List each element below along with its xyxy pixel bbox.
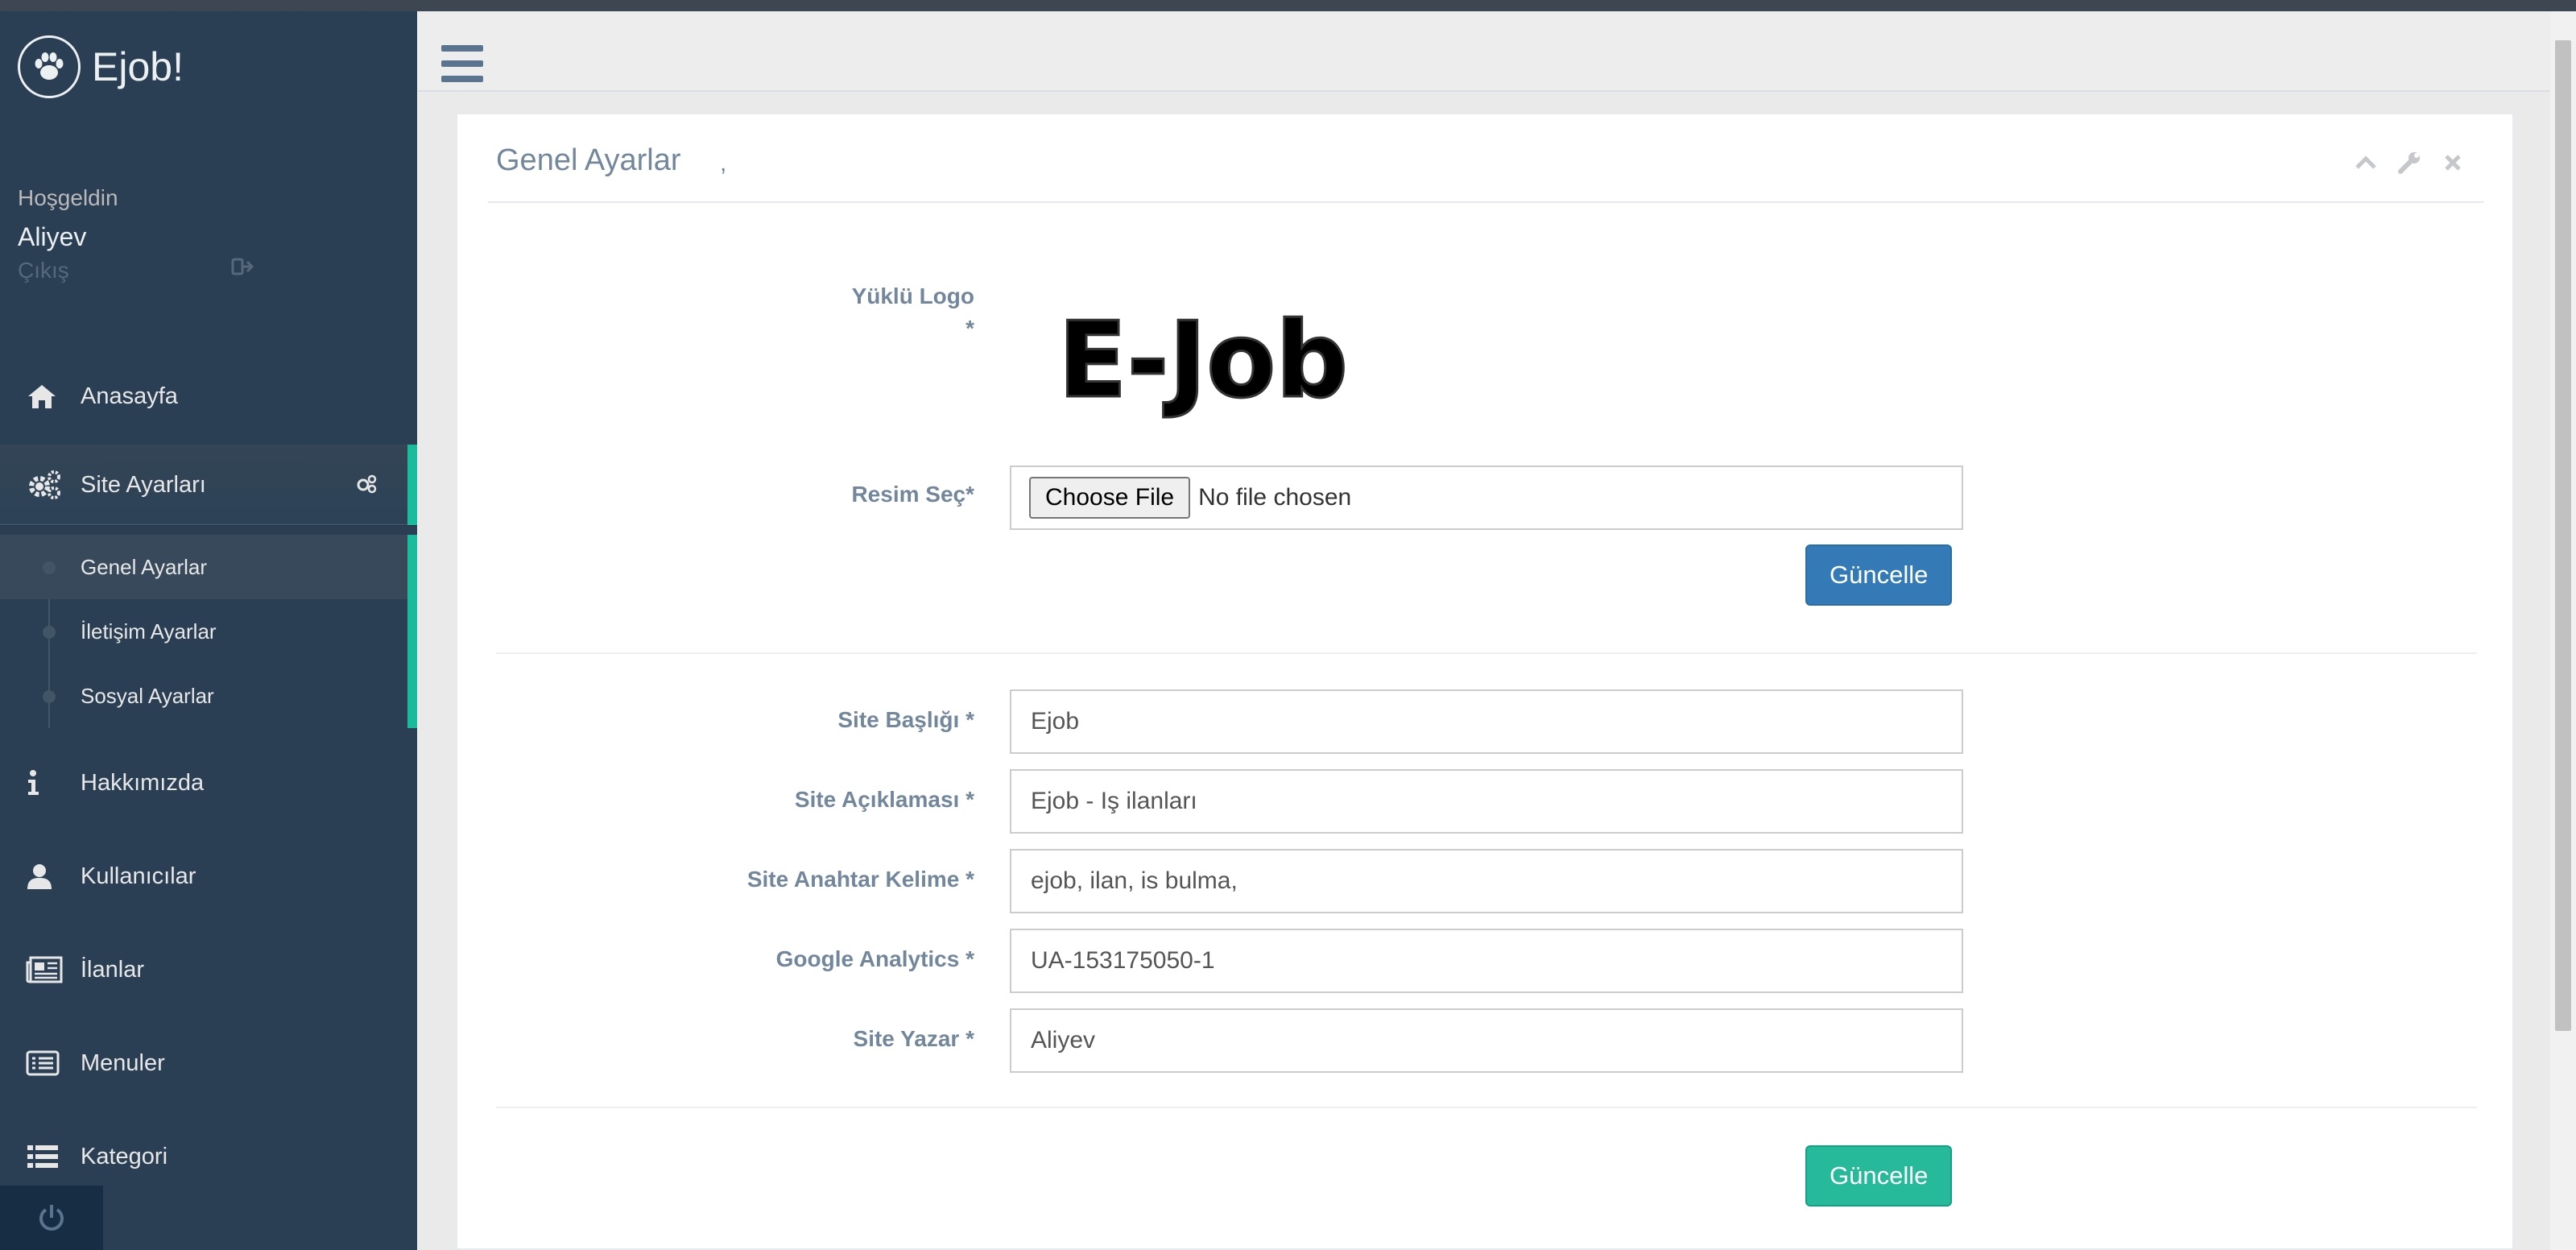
power-button[interactable]: [0, 1186, 103, 1250]
update-logo-button[interactable]: Güncelle: [1805, 544, 1953, 606]
sidebar-item-users[interactable]: Kullanıcılar: [0, 836, 417, 917]
sidebar-item-menus[interactable]: Menuler: [0, 1023, 417, 1103]
panel-subtitle: ,: [720, 150, 727, 176]
site-description-label: Site Açıklaması *: [794, 787, 974, 812]
sidebar-item-label: Kategori: [81, 1143, 168, 1169]
sidebar-item-label: Anasayfa: [81, 383, 178, 409]
sidebar: Ejob! Hoşgeldin Aliyev Çıkış Anasayfa Si…: [0, 11, 417, 1250]
sidebar-item-label: İlanlar: [81, 956, 144, 983]
close-icon[interactable]: [2440, 150, 2466, 176]
browser-top-strip: [0, 0, 2576, 11]
submenu-label: İletişim Ayarlar: [81, 619, 217, 644]
submenu-item-general[interactable]: Genel Ayarlar: [0, 535, 407, 599]
paw-icon: [18, 35, 81, 98]
sidebar-item-label: Menuler: [81, 1049, 165, 1076]
top-navbar: [417, 11, 2549, 92]
sidebar-item-home[interactable]: Anasayfa: [0, 356, 417, 437]
username: Aliyev: [18, 222, 87, 251]
panel-divider: [488, 201, 2483, 203]
site-author-input[interactable]: Aliyev: [1010, 1008, 1963, 1073]
user-icon: [26, 860, 63, 892]
submenu-item-social[interactable]: Sosyal Ayarlar: [0, 664, 407, 728]
uploaded-logo-image: E-Job: [1053, 292, 1359, 423]
section-divider: [496, 652, 2477, 654]
brand[interactable]: Ejob!: [18, 34, 184, 100]
home-icon: [26, 380, 63, 412]
site-keywords-label: Site Anahtar Kelime *: [746, 867, 974, 892]
newspaper-icon: [26, 954, 63, 986]
list-alt-icon: [26, 1047, 63, 1079]
submenu-label: Genel Ayarlar: [81, 554, 208, 579]
menu-toggle-icon[interactable]: [441, 45, 483, 82]
bullet-dot: [43, 690, 56, 703]
site-title-label: Site Başlığı *: [837, 707, 974, 732]
sidebar-item-category[interactable]: Kategori: [0, 1116, 417, 1197]
sidebar-item-listings[interactable]: İlanlar: [0, 929, 417, 1010]
sidebar-item-about[interactable]: Hakkımızda: [0, 743, 417, 823]
page-scrollbar[interactable]: [2550, 11, 2576, 1250]
site-settings-submenu: Genel Ayarlar İletişim Ayarlar Sosyal Ay…: [0, 535, 417, 728]
bullet-dot: [43, 626, 56, 639]
power-icon: [39, 1205, 64, 1231]
uploaded-logo-label: Yüklü Logo: [851, 284, 974, 308]
logout-link[interactable]: Çıkış: [18, 258, 69, 284]
file-status: No file chosen: [1198, 484, 1352, 511]
bullet-dot: [43, 561, 56, 574]
panel-toolbox: [2353, 150, 2466, 176]
welcome-text: Hoşgeldin: [18, 185, 118, 210]
logo-text: E-Job: [1058, 299, 1348, 420]
sign-out-icon[interactable]: [230, 255, 254, 279]
wrench-icon[interactable]: [2396, 150, 2422, 176]
cogs-small-icon: [356, 474, 377, 500]
sidebar-item-label: Site Ayarları: [81, 471, 206, 498]
submenu-label: Sosyal Ayarlar: [81, 683, 214, 708]
google-analytics-label: Google Analytics *: [775, 946, 974, 971]
choose-image-label: Resim Seç*: [851, 482, 974, 507]
site-author-label: Site Yazar *: [853, 1026, 974, 1051]
scrollbar-thumb[interactable]: [2555, 40, 2571, 1031]
gears-icon: [26, 469, 63, 501]
section-divider: [496, 1107, 2477, 1108]
sidebar-item-label: Kullanıcılar: [81, 863, 196, 889]
brand-title: Ejob!: [92, 44, 184, 89]
settings-panel: Genel Ayarlar , Yüklü Logo * E-Job Resim…: [456, 113, 2514, 1250]
file-input[interactable]: Choose File No file chosen: [1010, 466, 1963, 530]
site-keywords-input[interactable]: ejob, ilan, is bulma,: [1010, 849, 1963, 913]
site-description-input[interactable]: Ejob - Iş ilanları: [1010, 769, 1963, 834]
submenu-item-contact[interactable]: İletişim Ayarlar: [0, 599, 407, 664]
sidebar-item-label: Hakkımızda: [81, 769, 205, 796]
required-mark: *: [965, 316, 974, 341]
update-settings-button[interactable]: Güncelle: [1805, 1145, 1953, 1207]
panel-title: Genel Ayarlar: [496, 143, 681, 177]
info-icon: [26, 767, 63, 799]
chevron-up-icon[interactable]: [2353, 150, 2379, 176]
list-icon: [26, 1140, 63, 1173]
google-analytics-input[interactable]: UA-153175050-1: [1010, 929, 1963, 993]
sidebar-item-site-settings[interactable]: Site Ayarları: [0, 445, 417, 525]
site-title-input[interactable]: Ejob: [1010, 689, 1963, 754]
choose-file-button[interactable]: Choose File: [1029, 477, 1191, 519]
